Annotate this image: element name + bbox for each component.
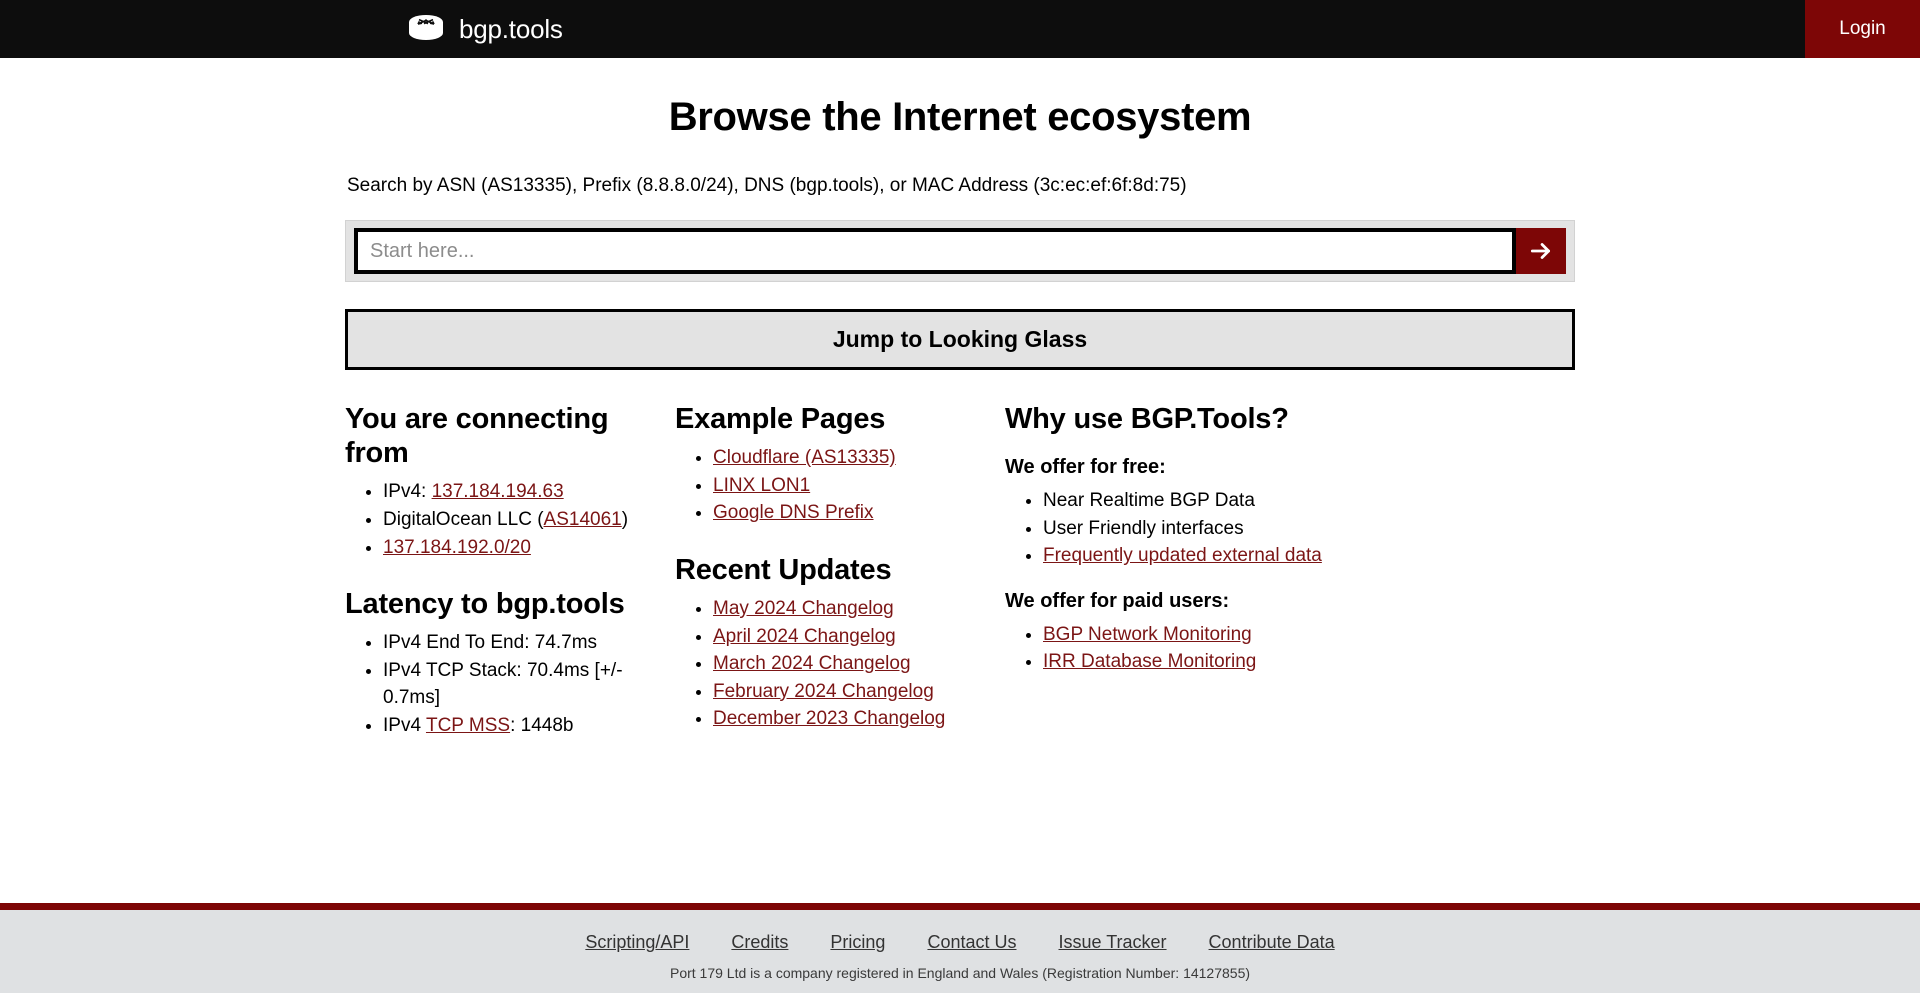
column-connection-info: You are connecting from IPv4: 137.184.19…	[345, 402, 675, 739]
why-use-heading: Why use BGP.Tools?	[1005, 403, 1289, 435]
org-name: DigitalOcean LLC (	[383, 508, 544, 530]
list-item: DigitalOcean LLC (AS14061)	[383, 506, 645, 534]
free-offers-list: Near Realtime BGP Data User Friendly int…	[1005, 487, 1395, 570]
list-item: User Friendly interfaces	[1043, 515, 1395, 543]
org-close-paren: )	[621, 508, 629, 530]
example-page-link[interactable]: Google DNS Prefix	[713, 502, 874, 523]
arrow-right-icon	[1528, 238, 1554, 264]
changelog-link[interactable]: April 2024 Changelog	[713, 626, 896, 647]
footer-legal-text: Port 179 Ltd is a company registered in …	[669, 965, 1251, 981]
recent-updates-list: May 2024 Changelog April 2024 Changelog …	[675, 595, 975, 733]
jump-to-looking-glass-button[interactable]: Jump to Looking Glass	[345, 309, 1575, 370]
list-item: IPv4 End To End: 74.7ms	[383, 629, 645, 657]
footer-links: Scripting/API Credits Pricing Contact Us…	[0, 932, 1920, 953]
example-pages-heading: Example Pages	[675, 403, 886, 435]
list-item: May 2024 Changelog	[713, 595, 975, 623]
footer-link-contribute-data[interactable]: Contribute Data	[1209, 932, 1335, 953]
org-asn-link[interactable]: AS14061	[544, 509, 622, 530]
recent-updates-heading: Recent Updates	[675, 553, 892, 586]
list-item: IRR Database Monitoring	[1043, 648, 1395, 676]
mss-value: : 1448b	[510, 714, 574, 736]
free-offer-label: User Friendly interfaces	[1043, 517, 1244, 539]
main-content: Browse the Internet ecosystem Search by …	[345, 58, 1575, 739]
changelog-link[interactable]: December 2023 Changelog	[713, 708, 945, 729]
connecting-from-list: IPv4: 137.184.194.63 DigitalOcean LLC (A…	[345, 478, 645, 561]
ipv4-address-link[interactable]: 137.184.194.63	[432, 481, 564, 502]
page-title: Browse the Internet ecosystem	[668, 95, 1252, 139]
login-button[interactable]: Login	[1805, 0, 1920, 58]
latency-heading: Latency to bgp.tools	[345, 588, 625, 621]
list-item: IPv4 TCP MSS: 1448b	[383, 712, 645, 740]
site-header: bgp.tools Login	[0, 0, 1920, 58]
column-examples-updates: Example Pages Cloudflare (AS13335) LINX …	[675, 402, 1005, 739]
router-icon	[405, 12, 447, 46]
list-item: Google DNS Prefix	[713, 499, 975, 527]
footer-link-contact-us[interactable]: Contact Us	[927, 932, 1016, 953]
footer-divider	[0, 903, 1920, 910]
list-item: 137.184.192.0/20	[383, 534, 645, 562]
footer-link-scripting-api[interactable]: Scripting/API	[585, 932, 689, 953]
info-columns: You are connecting from IPv4: 137.184.19…	[345, 402, 1575, 739]
changelog-link[interactable]: February 2024 Changelog	[713, 681, 934, 702]
search-description: Search by ASN (AS13335), Prefix (8.8.8.0…	[347, 175, 1187, 196]
free-offers-heading: We offer for free:	[1005, 456, 1166, 479]
list-item: December 2023 Changelog	[713, 705, 975, 733]
list-item: Cloudflare (AS13335)	[713, 444, 975, 472]
brand-home-link[interactable]: bgp.tools	[0, 0, 563, 58]
mss-prefix: IPv4	[383, 714, 426, 736]
changelog-link[interactable]: May 2024 Changelog	[713, 598, 894, 619]
list-item: LINX LON1	[713, 472, 975, 500]
list-item: March 2024 Changelog	[713, 650, 975, 678]
footer-link-pricing[interactable]: Pricing	[830, 932, 885, 953]
list-item: Near Realtime BGP Data	[1043, 487, 1395, 515]
list-item: IPv4: 137.184.194.63	[383, 478, 645, 506]
list-item: BGP Network Monitoring	[1043, 621, 1395, 649]
prefix-link[interactable]: 137.184.192.0/20	[383, 537, 531, 558]
search-bar	[345, 220, 1575, 282]
search-submit-button[interactable]	[1516, 228, 1566, 274]
search-input[interactable]	[354, 228, 1516, 274]
paid-offer-link[interactable]: BGP Network Monitoring	[1043, 624, 1252, 645]
site-footer: Scripting/API Credits Pricing Contact Us…	[0, 910, 1920, 993]
example-page-link[interactable]: Cloudflare (AS13335)	[713, 447, 896, 468]
free-offer-link[interactable]: Frequently updated external data	[1043, 545, 1322, 566]
paid-offers-heading: We offer for paid users:	[1005, 589, 1230, 612]
example-pages-list: Cloudflare (AS13335) LINX LON1 Google DN…	[675, 444, 975, 527]
latency-list: IPv4 End To End: 74.7ms IPv4 TCP Stack: …	[345, 629, 645, 739]
free-offer-label: Near Realtime BGP Data	[1043, 490, 1255, 512]
column-why-use: Why use BGP.Tools? We offer for free: Ne…	[1005, 402, 1425, 739]
list-item: February 2024 Changelog	[713, 678, 975, 706]
paid-offers-list: BGP Network Monitoring IRR Database Moni…	[1005, 621, 1395, 676]
footer-link-credits[interactable]: Credits	[731, 932, 788, 953]
paid-offer-link[interactable]: IRR Database Monitoring	[1043, 651, 1256, 672]
list-item: Frequently updated external data	[1043, 542, 1395, 570]
changelog-link[interactable]: March 2024 Changelog	[713, 653, 911, 674]
tcp-mss-link[interactable]: TCP MSS	[426, 715, 510, 736]
list-item: April 2024 Changelog	[713, 623, 975, 651]
list-item: IPv4 TCP Stack: 70.4ms [+/- 0.7ms]	[383, 657, 645, 712]
footer-link-issue-tracker[interactable]: Issue Tracker	[1059, 932, 1167, 953]
example-page-link[interactable]: LINX LON1	[713, 475, 810, 496]
connecting-from-heading: You are connecting from	[345, 403, 609, 470]
ipv4-label: IPv4:	[383, 481, 432, 503]
brand-name: bgp.tools	[459, 13, 563, 44]
